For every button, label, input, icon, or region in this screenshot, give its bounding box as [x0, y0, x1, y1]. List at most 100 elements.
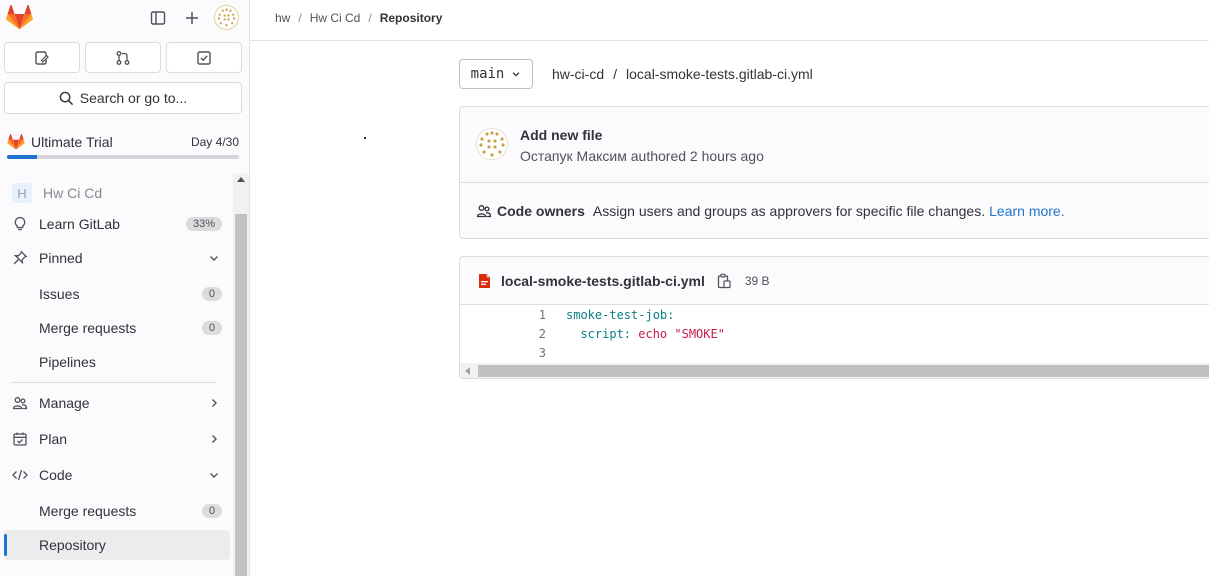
sidebar-item-merge-requests[interactable]: Merge requests 0 — [4, 313, 230, 343]
chevron-down-icon — [208, 469, 220, 481]
sidebar-item-learn-gitlab[interactable]: Learn GitLab 33% — [4, 209, 230, 239]
code-line: script: echo "SMOKE" — [566, 327, 725, 341]
project-avatar: H — [12, 183, 32, 203]
sidebar-item-label: Issues — [39, 286, 80, 302]
chevron-down-icon — [208, 252, 220, 264]
sidebar-scrollbar[interactable] — [233, 173, 249, 576]
issues-button[interactable] — [4, 42, 80, 73]
sidebar-item-manage[interactable]: Manage — [4, 388, 230, 418]
path-root-link[interactable]: hw-ci-cd — [552, 66, 604, 82]
scroll-up-arrow-icon[interactable] — [237, 177, 245, 182]
sidebar-item-pipelines[interactable]: Pipelines — [4, 347, 230, 377]
line-number[interactable]: 3 — [539, 346, 546, 360]
yaml-key: smoke-test-job: — [566, 308, 675, 322]
line-numbers: 1 2 3 — [460, 305, 556, 363]
quick-actions — [4, 42, 242, 73]
trial-widget[interactable]: Ultimate Trial Day 4/30 — [7, 132, 239, 159]
yaml-key: script: — [566, 327, 632, 341]
yaml-value: echo "SMOKE" — [631, 327, 725, 341]
issues-count-badge: 0 — [201, 287, 222, 301]
sidebar-item-repository[interactable]: Repository — [4, 530, 230, 560]
todos-button[interactable] — [166, 42, 242, 73]
trial-day: Day 4/30 — [190, 135, 239, 149]
thumbtack-icon — [10, 250, 30, 266]
file-size: 39 B — [744, 273, 770, 288]
user-avatar[interactable] — [214, 5, 239, 30]
commit-time: authored 2 hours ago — [630, 148, 764, 164]
scrollbar-thumb[interactable] — [235, 214, 247, 576]
tanuki-icon — [7, 134, 25, 150]
users-icon — [10, 395, 30, 411]
file-icon — [479, 273, 490, 288]
code-owners-text: Assign users and groups as approvers for… — [592, 203, 986, 219]
scroll-left-arrow-icon[interactable] — [465, 367, 470, 375]
sidebar-toggle-icon[interactable] — [145, 5, 171, 31]
sidebar-item-label: Learn GitLab — [39, 216, 120, 232]
sidebar-header — [0, 0, 249, 38]
file-header: local-smoke-tests.gitlab-ci.yml 39 B — [460, 257, 1209, 305]
chevron-down-icon — [513, 72, 520, 77]
sidebar-item-issues[interactable]: Issues 0 — [4, 279, 230, 309]
sidebar-item-label: Code — [39, 467, 73, 483]
merge-request-icon — [116, 50, 130, 65]
merge-requests-button[interactable] — [85, 42, 161, 73]
last-commit-panel: Add new file Остапук Максим authored 2 h… — [459, 106, 1209, 239]
planning-icon — [10, 431, 30, 447]
sidebar-item-label: Plan — [39, 431, 68, 447]
learn-more-link[interactable]: Learn more. — [989, 203, 1064, 219]
project-name: Hw Ci Cd — [43, 185, 103, 201]
code-icon — [10, 467, 30, 483]
lightbulb-icon — [10, 216, 30, 232]
commit-author[interactable]: Остапук Максим — [520, 148, 627, 164]
breadcrumb-current[interactable]: Repository — [380, 11, 443, 25]
breadcrumb: hw / Hw Ci Cd / Repository — [275, 10, 442, 26]
path-separator: / — [613, 66, 618, 82]
path-file-name: local-smoke-tests.gitlab-ci.yml — [626, 66, 813, 82]
trial-progress-bar — [7, 155, 239, 159]
code-block: 1 2 3 smoke-test-job: script: echo "SMOK… — [460, 305, 1209, 363]
trial-progress-fill — [7, 155, 38, 159]
sidebar-item-label: Merge requests — [39, 320, 137, 336]
stray-dot — [364, 137, 366, 139]
code-owners-label: Code owners — [497, 203, 585, 219]
line-number[interactable]: 1 — [539, 308, 546, 322]
chevron-right-icon — [208, 397, 220, 409]
sidebar-item-code-merge-requests[interactable]: Merge requests 0 — [4, 496, 230, 526]
commit-author-avatar[interactable] — [476, 128, 508, 160]
copy-icon[interactable] — [717, 273, 731, 289]
horizontal-scrollbar[interactable] — [460, 363, 1209, 378]
merge-requests-count-badge: 0 — [201, 504, 222, 518]
gitlab-logo-icon[interactable] — [6, 5, 33, 30]
scrollbar-thumb[interactable] — [478, 365, 1209, 377]
sidebar-item-label: Pinned — [39, 250, 83, 266]
todo-icon — [197, 50, 211, 65]
breadcrumb-item[interactable]: Hw Ci Cd — [310, 11, 361, 25]
plus-icon[interactable] — [179, 5, 205, 31]
commit-info: Add new file Остапук Максим authored 2 h… — [460, 107, 1209, 183]
sidebar-item-label: Merge requests — [39, 503, 137, 519]
issues-icon — [35, 50, 49, 65]
breadcrumb-separator: / — [368, 11, 372, 25]
sidebar-item-pinned[interactable]: Pinned — [4, 243, 230, 273]
branch-selector[interactable]: main — [459, 59, 533, 89]
file-name[interactable]: local-smoke-tests.gitlab-ci.yml — [501, 273, 705, 289]
file-viewer: local-smoke-tests.gitlab-ci.yml 39 B 1 2… — [459, 256, 1209, 379]
commit-meta: Остапук Максим authored 2 hours ago — [520, 148, 764, 164]
sidebar-item-plan[interactable]: Plan — [4, 424, 230, 454]
learn-progress-badge: 33% — [185, 217, 222, 231]
search-button[interactable]: Search or go to... — [4, 82, 242, 114]
sidebar: Search or go to... Ultimate Trial Day 4/… — [0, 0, 250, 576]
sidebar-project[interactable]: H Hw Ci Cd — [4, 178, 230, 208]
merge-requests-count-badge: 0 — [201, 321, 222, 335]
trial-name: Ultimate Trial — [31, 134, 113, 150]
chevron-right-icon — [208, 433, 220, 445]
line-number[interactable]: 2 — [539, 327, 546, 341]
commit-title[interactable]: Add new file — [520, 127, 602, 143]
sidebar-item-code[interactable]: Code — [4, 460, 230, 490]
file-path: hw-ci-cd / local-smoke-tests.gitlab-ci.y… — [552, 66, 813, 82]
breadcrumb-item[interactable]: hw — [275, 11, 290, 25]
users-icon — [476, 205, 492, 218]
breadcrumb-separator: / — [298, 11, 302, 25]
code-owners-row: Code owners Assign users and groups as a… — [476, 203, 1065, 219]
sidebar-item-label: Pipelines — [39, 354, 96, 370]
